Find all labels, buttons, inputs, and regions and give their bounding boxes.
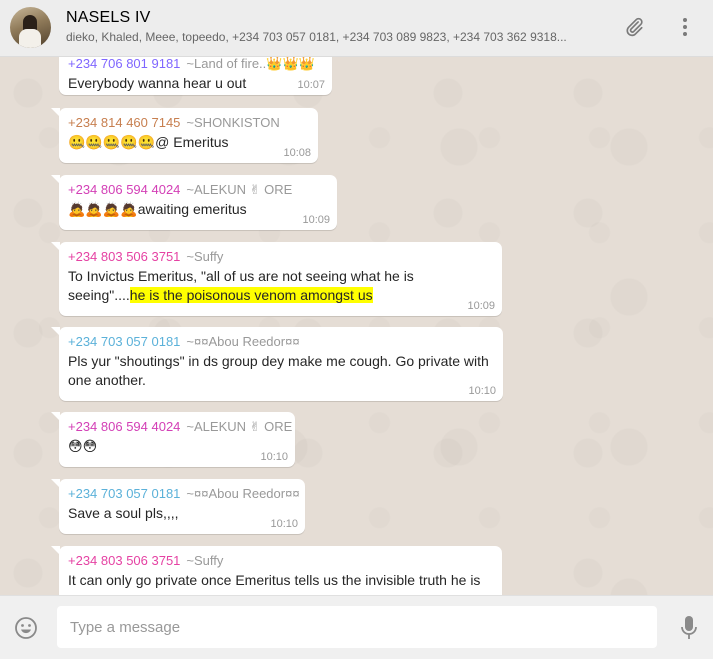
message-bubble[interactable]: +234 803 506 3751 ~Suffy It can only go p…: [51, 546, 502, 595]
message-bubble[interactable]: +234 703 057 0181 ~¤¤Abou Reedor¤¤ Save a…: [51, 479, 305, 534]
message-input[interactable]: [57, 606, 657, 648]
message-bubble[interactable]: +234 703 057 0181 ~¤¤Abou Reedor¤¤ Pls yu…: [51, 327, 503, 401]
message-time: 10:07: [297, 79, 325, 91]
message-sender: +234 803 506 3751 ~Suffy: [68, 552, 493, 569]
message-text: 🤐🤐🤐🤐🤐@ Emeritus: [68, 134, 229, 150]
sender-nick: ~¤¤Abou Reedor¤¤: [186, 486, 300, 501]
message-text: 😳😳: [68, 438, 98, 454]
more-vertical-icon[interactable]: [673, 15, 697, 39]
sender-nick: ~¤¤Abou Reedor¤¤: [186, 334, 300, 349]
sender-number[interactable]: +234 706 801 9181: [68, 57, 180, 71]
message-sender: +234 814 460 7145 ~SHONKISTON: [68, 114, 309, 131]
message-list[interactable]: +234 706 801 9181 ~Land of fire..👑👑👑 Ever…: [0, 57, 713, 595]
sender-number[interactable]: +234 806 594 4024: [68, 182, 180, 197]
message-bubble[interactable]: +234 806 594 4024 ~ALEKUN ✌ ORE 😳😳 10:10: [51, 412, 295, 467]
sender-number[interactable]: +234 703 057 0181: [68, 486, 180, 501]
smiley-icon[interactable]: [13, 615, 39, 641]
group-avatar[interactable]: [10, 7, 51, 48]
message-bubble[interactable]: +234 806 594 4024 ~ALEKUN ✌ ORE 🙇🙇🙇🙇await…: [51, 175, 337, 230]
message-bubble[interactable]: +234 706 801 9181 ~Land of fire..👑👑👑 Ever…: [59, 57, 332, 95]
group-participants[interactable]: dieko, Khaled, Meee, topeedo, +234 703 0…: [66, 30, 606, 44]
message-sender: +234 803 506 3751 ~Suffy: [68, 248, 493, 265]
sender-number[interactable]: +234 803 506 3751: [68, 553, 180, 568]
message-text: Pls yur "shoutings" in ds group dey make…: [68, 353, 489, 388]
message-time: 10:08: [283, 147, 311, 159]
message-time: 10:10: [260, 451, 288, 463]
group-title[interactable]: NASELS IV: [66, 9, 151, 27]
message-text: It can only go private once Emeritus tel…: [68, 572, 481, 588]
sender-number[interactable]: +234 803 506 3751: [68, 249, 180, 264]
message-sender: +234 703 057 0181 ~¤¤Abou Reedor¤¤: [68, 485, 300, 502]
sender-number[interactable]: +234 814 460 7145: [68, 115, 180, 130]
paperclip-icon[interactable]: [622, 15, 646, 39]
message-text: Save a soul pls,,,,: [68, 505, 179, 521]
message-text: Everybody wanna hear u out: [68, 75, 247, 91]
sender-nick: ~ALEKUN ✌ ORE: [186, 182, 293, 197]
sender-number[interactable]: +234 703 057 0181: [68, 334, 180, 349]
highlighted-text: he is the poisonous venom amongst us: [129, 287, 373, 303]
sender-nick: ~Land of fire..👑👑👑: [186, 57, 315, 71]
message-text: To Invictus Emeritus, "all of us are not…: [68, 267, 493, 305]
message-bubble[interactable]: +234 803 506 3751 ~Suffy To Invictus Emer…: [51, 242, 502, 316]
sender-nick: ~Suffy: [186, 249, 224, 264]
sender-nick: ~ALEKUN ✌ ORE: [186, 419, 293, 434]
avatar-shirt: [19, 29, 41, 48]
message-text: 🙇🙇🙇🙇awaiting emeritus: [68, 201, 247, 217]
message-time: 10:10: [468, 385, 496, 397]
composer-bar: [0, 595, 713, 659]
sender-number[interactable]: +234 806 594 4024: [68, 419, 180, 434]
message-sender: +234 703 057 0181 ~¤¤Abou Reedor¤¤: [68, 333, 494, 350]
message-bubble[interactable]: +234 814 460 7145 ~SHONKISTON 🤐🤐🤐🤐🤐@ Emer…: [51, 108, 318, 163]
message-time: 10:09: [467, 300, 495, 312]
chat-header: NASELS IV dieko, Khaled, Meee, topeedo, …: [0, 0, 713, 57]
sender-nick: ~SHONKISTON: [186, 115, 280, 130]
sender-nick: ~Suffy: [186, 553, 224, 568]
message-time: 10:10: [270, 518, 298, 530]
microphone-icon[interactable]: [676, 615, 702, 641]
message-sender: +234 706 801 9181 ~Land of fire..👑👑👑: [68, 57, 323, 72]
message-time: 10:09: [302, 214, 330, 226]
message-sender: +234 806 594 4024 ~ALEKUN ✌ ORE: [68, 418, 292, 435]
message-sender: +234 806 594 4024 ~ALEKUN ✌ ORE: [68, 181, 328, 198]
